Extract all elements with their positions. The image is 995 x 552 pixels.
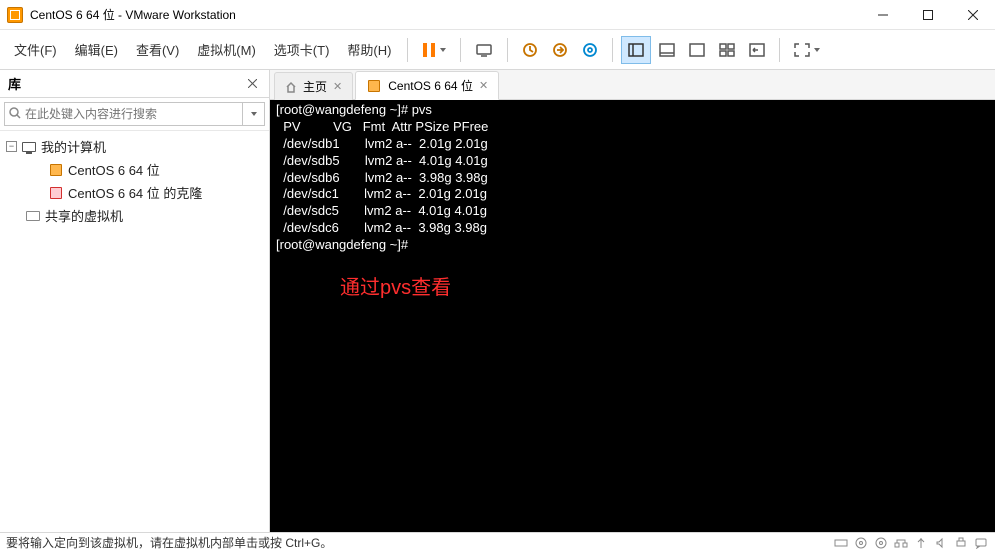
tree-node-vm2[interactable]: CentOS 6 64 位 的克隆 xyxy=(2,181,267,204)
hdd-icon[interactable] xyxy=(833,536,849,550)
tab-strip: 主页 ✕ CentOS 6 64 位 ✕ xyxy=(270,70,995,100)
tab-label: CentOS 6 64 位 xyxy=(388,77,473,94)
menu-view[interactable]: 查看(V) xyxy=(128,36,187,63)
tree-node-mycomputer[interactable]: − 我的计算机 xyxy=(2,135,267,158)
sound-icon[interactable] xyxy=(933,536,949,550)
sidebar-title: 库 xyxy=(8,74,243,93)
menu-edit[interactable]: 编辑(E) xyxy=(67,36,126,63)
folder-icon xyxy=(25,209,41,223)
tab-home[interactable]: 主页 ✕ xyxy=(274,72,353,100)
vm-clone-icon xyxy=(48,186,64,200)
menu-file[interactable]: 文件(F) xyxy=(6,36,65,63)
view-thumbnails-icon[interactable] xyxy=(713,36,741,64)
content-area: 主页 ✕ CentOS 6 64 位 ✕ [root@wangdefeng ~]… xyxy=(270,70,995,532)
search-input[interactable] xyxy=(25,107,242,121)
view-quickswitch-icon[interactable] xyxy=(743,36,771,64)
tree-label: CentOS 6 64 位 的克隆 xyxy=(68,183,202,202)
minimize-button[interactable] xyxy=(860,0,905,29)
tab-close-icon[interactable]: ✕ xyxy=(479,79,488,92)
terminal-line: /dev/sdb6 lvm2 a-- 3.98g 3.98g xyxy=(276,170,989,187)
menu-tabs[interactable]: 选项卡(T) xyxy=(266,36,338,63)
terminal-line: /dev/sdc1 lvm2 a-- 2.01g 2.01g xyxy=(276,186,989,203)
snapshot-manage-icon[interactable] xyxy=(576,36,604,64)
vm-icon xyxy=(366,79,382,93)
message-icon[interactable] xyxy=(973,536,989,550)
sidebar-close-icon[interactable] xyxy=(243,75,261,93)
vm-icon xyxy=(48,163,64,177)
view-single-icon[interactable] xyxy=(621,36,651,64)
monitor-icon xyxy=(21,140,37,154)
view-console-icon[interactable] xyxy=(683,36,711,64)
main-area: 库 − 我的计算机 CentOS 6 64 位 xyxy=(0,70,995,532)
collapse-icon[interactable]: − xyxy=(6,141,17,152)
search-icon xyxy=(9,107,21,122)
annotation-text: 通过pvs查看 xyxy=(340,275,451,301)
tab-label: 主页 xyxy=(303,78,327,95)
status-device-icons xyxy=(833,536,989,550)
window-title: CentOS 6 64 位 - VMware Workstation xyxy=(30,6,860,23)
send-ctrl-alt-del-icon[interactable] xyxy=(469,36,499,64)
maximize-button[interactable] xyxy=(905,0,950,29)
usb-icon[interactable] xyxy=(913,536,929,550)
terminal-line: [root@wangdefeng ~]# xyxy=(276,237,989,254)
tab-close-icon[interactable]: ✕ xyxy=(333,80,342,93)
terminal-line: PV VG Fmt Attr PSize PFree xyxy=(276,119,989,136)
network-icon[interactable] xyxy=(893,536,909,550)
status-bar: 要将输入定向到该虚拟机，请在虚拟机内部单击或按 Ctrl+G。 xyxy=(0,532,995,552)
app-icon xyxy=(7,7,23,23)
search-row xyxy=(0,98,269,131)
menu-vm[interactable]: 虚拟机(M) xyxy=(189,36,264,63)
sidebar-header: 库 xyxy=(0,70,269,98)
tree-node-vm1[interactable]: CentOS 6 64 位 xyxy=(2,158,267,181)
terminal[interactable]: [root@wangdefeng ~]# pvs PV VG Fmt Attr … xyxy=(270,100,995,532)
view-unity-icon[interactable] xyxy=(653,36,681,64)
status-text: 要将输入定向到该虚拟机，请在虚拟机内部单击或按 Ctrl+G。 xyxy=(6,534,332,551)
tree-node-shared[interactable]: 共享的虚拟机 xyxy=(2,204,267,227)
menu-bar: 文件(F) 编辑(E) 查看(V) 虚拟机(M) 选项卡(T) 帮助(H) xyxy=(0,30,995,70)
close-button[interactable] xyxy=(950,0,995,29)
terminal-line: [root@wangdefeng ~]# pvs xyxy=(276,102,989,119)
terminal-line: /dev/sdb5 lvm2 a-- 4.01g 4.01g xyxy=(276,153,989,170)
snapshot-revert-icon[interactable] xyxy=(546,36,574,64)
sidebar: 库 − 我的计算机 CentOS 6 64 位 xyxy=(0,70,270,532)
fullscreen-button[interactable] xyxy=(788,36,826,64)
library-tree: − 我的计算机 CentOS 6 64 位 CentOS 6 64 位 的克隆 … xyxy=(0,131,269,532)
title-bar: CentOS 6 64 位 - VMware Workstation xyxy=(0,0,995,30)
tree-label: 我的计算机 xyxy=(41,137,106,156)
cd2-icon[interactable] xyxy=(873,536,889,550)
terminal-line: /dev/sdc6 lvm2 a-- 3.98g 3.98g xyxy=(276,220,989,237)
tab-vm[interactable]: CentOS 6 64 位 ✕ xyxy=(355,71,499,100)
pause-button[interactable] xyxy=(416,36,452,64)
tree-label: 共享的虚拟机 xyxy=(45,206,123,225)
terminal-line: /dev/sdc5 lvm2 a-- 4.01g 4.01g xyxy=(276,203,989,220)
printer-icon[interactable] xyxy=(953,536,969,550)
home-icon xyxy=(285,81,297,93)
cd-icon[interactable] xyxy=(853,536,869,550)
menu-help[interactable]: 帮助(H) xyxy=(339,36,399,63)
tree-label: CentOS 6 64 位 xyxy=(68,160,160,179)
terminal-line: /dev/sdb1 lvm2 a-- 2.01g 2.01g xyxy=(276,136,989,153)
snapshot-take-icon[interactable] xyxy=(516,36,544,64)
search-box[interactable] xyxy=(4,102,265,126)
search-dropdown[interactable] xyxy=(242,102,260,126)
